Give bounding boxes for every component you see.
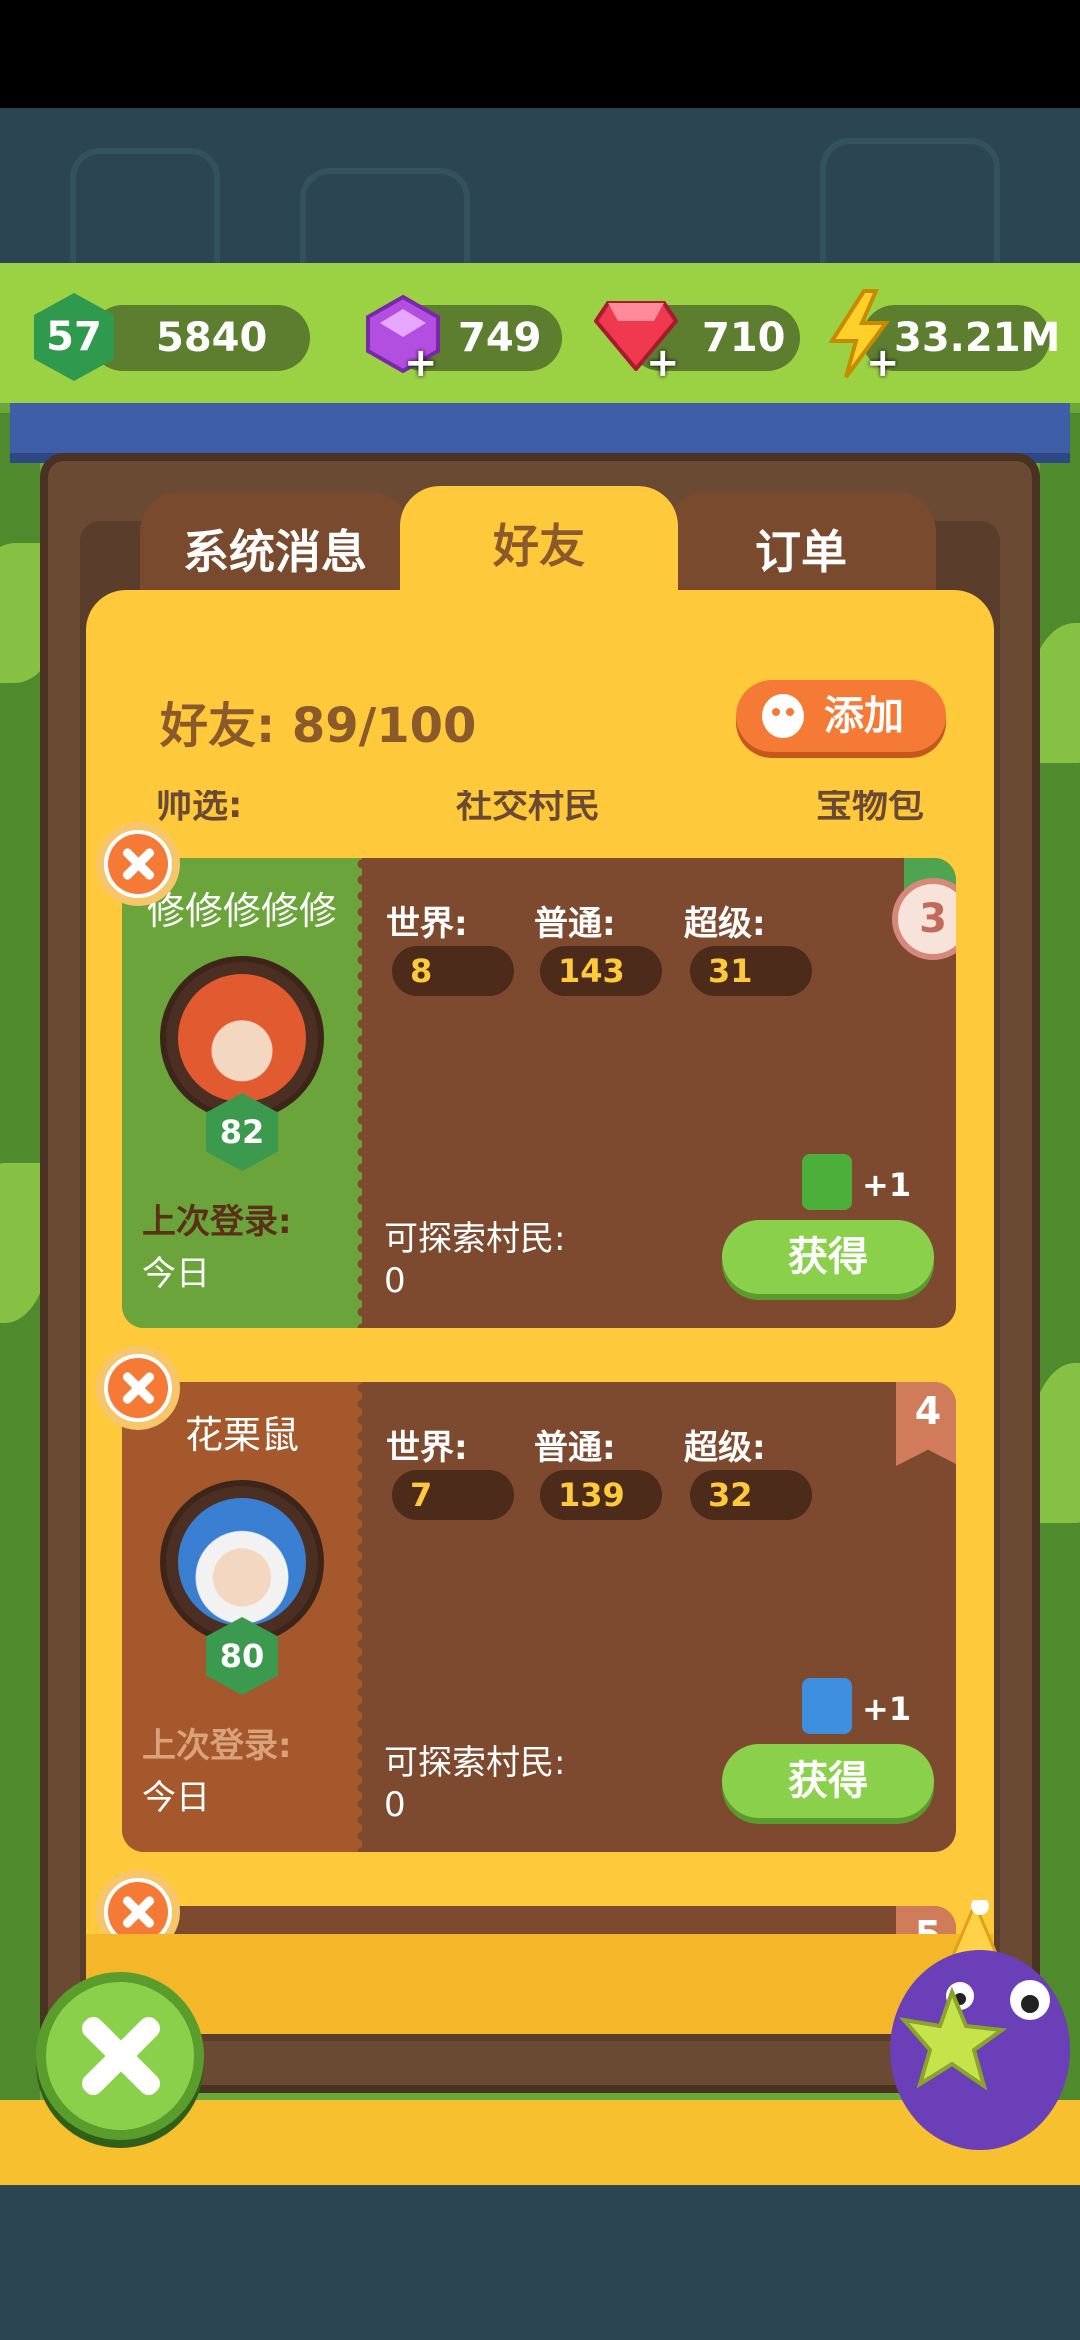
add-energy-icon[interactable]: +: [866, 343, 900, 383]
partial-label: 社交村民: [456, 790, 601, 826]
explore-value: 0: [384, 1785, 406, 1825]
xp-value: 5840: [156, 315, 268, 361]
friend-card: 修修修修修 82 上次登录: 今日 世界: 普通: 超级: 8 143 31 3…: [122, 858, 956, 1328]
super-value: 32: [690, 1470, 812, 1520]
panel-footer: [86, 1934, 994, 2034]
last-login-label: 上次登录:: [142, 1726, 292, 1766]
last-login: 上次登录: 今日: [142, 1720, 292, 1824]
add-friend-button[interactable]: 添加: [736, 680, 946, 752]
energy-value: 33.21M: [894, 315, 1061, 361]
red-gem-value: 710: [702, 315, 786, 361]
friend-profile: 花栗鼠 80 上次登录: 今日: [122, 1382, 368, 1852]
status-bar: [0, 0, 1080, 108]
normal-label: 普通:: [534, 904, 616, 944]
world-value: 7: [392, 1470, 514, 1520]
close-icon: [108, 834, 168, 894]
world-label: 世界:: [386, 1428, 468, 1468]
last-login-value: 今日: [142, 1254, 210, 1294]
explore-villagers: 可探索村民: 0: [384, 1742, 565, 1826]
remove-friend-button[interactable]: [96, 1346, 180, 1430]
friends-count: 好友: 89/100: [160, 698, 477, 754]
world-label: 世界:: [386, 904, 468, 944]
explore-label: 可探索村民:: [384, 1743, 566, 1783]
normal-value: 139: [540, 1470, 662, 1520]
normal-label: 普通:: [534, 1428, 616, 1468]
background-bottom: [0, 2185, 1080, 2340]
friend-card: 花栗鼠 80 上次登录: 今日 世界: 普通: 超级: 7 139 32 4 +…: [122, 1382, 956, 1852]
super-value: 31: [690, 946, 812, 996]
list-item-partial: 帅选: 社交村民 宝物包: [146, 790, 994, 830]
mascot-monster: [890, 1900, 1070, 2150]
remove-friend-button[interactable]: [96, 822, 180, 906]
partial-label: 宝物包: [816, 790, 925, 826]
remove-friend-button[interactable]: [96, 1870, 180, 1940]
last-login-value: 今日: [142, 1778, 210, 1818]
friends-list[interactable]: 帅选: 社交村民 宝物包 修修修修修 82 上次登录: 今日 世界: 普通: 超…: [86, 790, 994, 1940]
world-value: 8: [392, 946, 514, 996]
reward-count: +1: [862, 1690, 912, 1728]
background-top: [0, 108, 1080, 308]
friend-profile: 修修修修修 82 上次登录: 今日: [122, 858, 368, 1328]
resource-bar: 5840 57 749 + 710 + 33.21M +: [0, 263, 1080, 403]
player-level-badge: 57: [34, 293, 114, 381]
add-friend-label: 添加: [824, 693, 904, 739]
rank-flag: 4: [896, 1382, 956, 1466]
super-label: 超级:: [684, 904, 766, 944]
get-button[interactable]: 获得: [722, 1744, 934, 1818]
close-icon: [108, 1882, 168, 1940]
last-login-label: 上次登录:: [142, 1202, 292, 1242]
last-login: 上次登录: 今日: [142, 1196, 292, 1300]
explore-villagers: 可探索村民: 0: [384, 1218, 565, 1302]
get-button[interactable]: 获得: [722, 1220, 934, 1294]
purple-gem-value: 749: [458, 315, 542, 361]
explore-value: 0: [384, 1261, 406, 1301]
xp-pill: 5840: [90, 305, 310, 371]
add-red-gem-icon[interactable]: +: [646, 343, 680, 383]
seed-bag-icon: [802, 1154, 852, 1210]
reward-count: +1: [862, 1166, 912, 1204]
add-purple-gem-icon[interactable]: +: [404, 343, 438, 383]
super-label: 超级:: [684, 1428, 766, 1468]
add-friend-icon: [762, 694, 804, 738]
partial-label: 帅选:: [156, 790, 243, 826]
seed-bag-icon: [802, 1678, 852, 1734]
rank-medal: 3: [892, 878, 956, 960]
normal-value: 143: [540, 946, 662, 996]
close-panel-button[interactable]: [36, 1972, 204, 2140]
close-icon: [108, 1358, 168, 1418]
explore-label: 可探索村民:: [384, 1219, 566, 1259]
